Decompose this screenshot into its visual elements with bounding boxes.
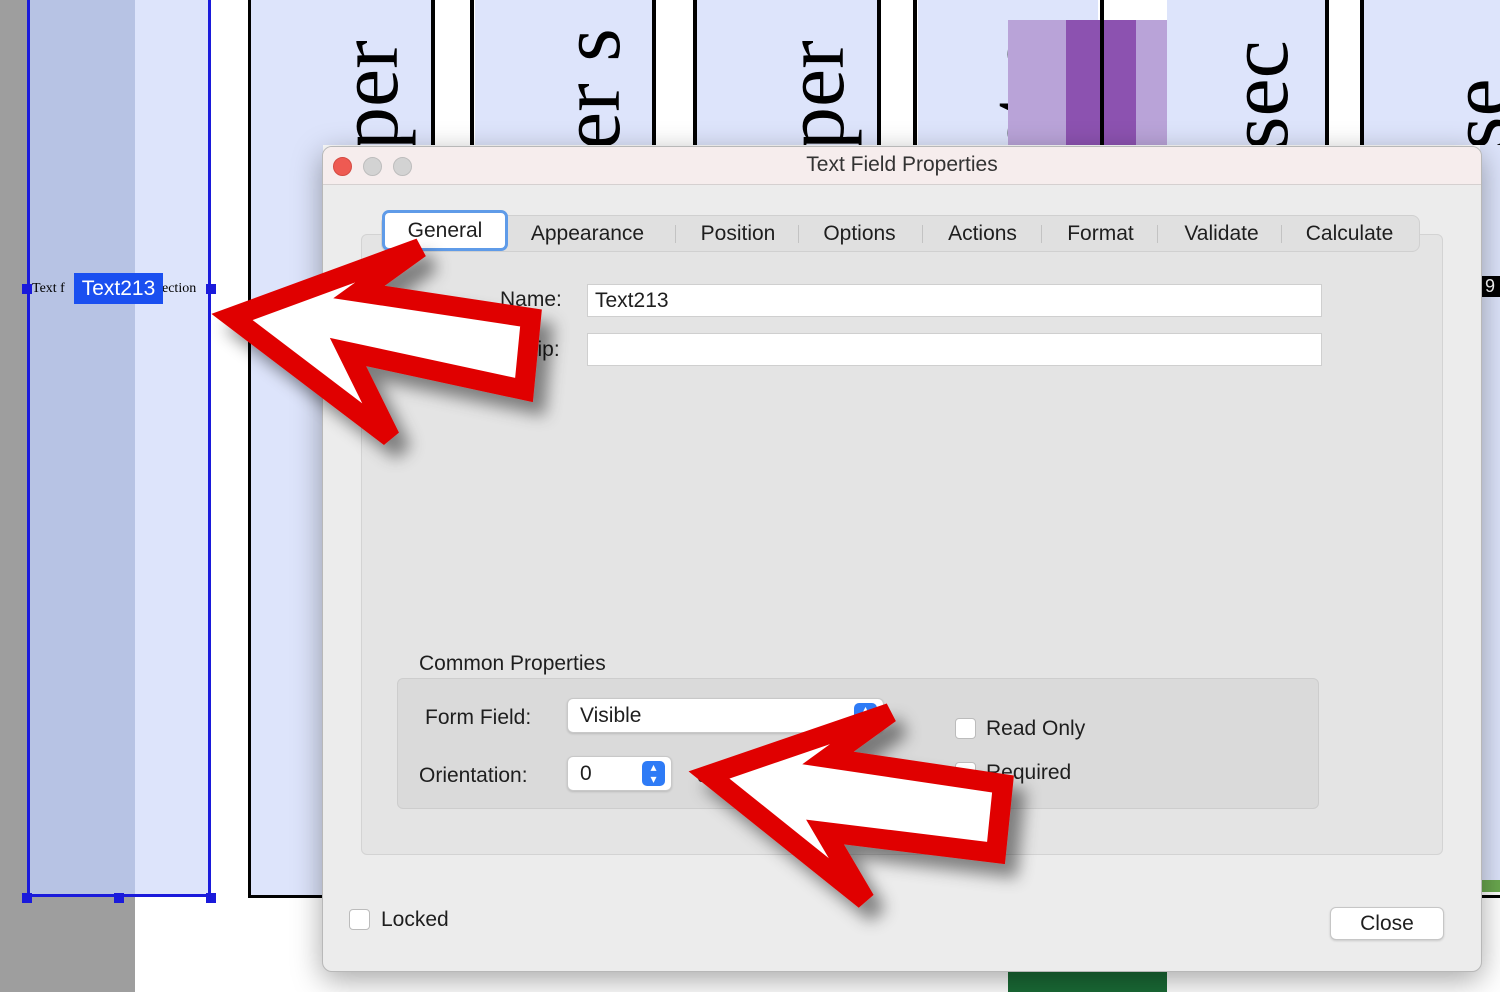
tab-appearance[interactable]: Appearance xyxy=(511,216,664,251)
required-checkbox[interactable] xyxy=(955,762,976,783)
tab-bar: Appearance Position Options Actions Form… xyxy=(381,215,1420,252)
orientation-unit: d xyxy=(697,764,709,787)
tooltip-label: ltip: xyxy=(527,338,560,361)
tab-general-label: General xyxy=(407,219,483,242)
tab-separator xyxy=(675,225,676,243)
resize-handle[interactable] xyxy=(22,284,32,294)
tab-position[interactable]: Position xyxy=(682,216,794,251)
form-field-value: Visible xyxy=(580,704,642,727)
tab-separator xyxy=(922,225,923,243)
strip-text: per xyxy=(766,40,862,145)
text-field-properties-dialog: Text Field Properties Appearance Positio… xyxy=(322,146,1482,972)
form-field-label: Form Field: xyxy=(425,706,532,729)
orientation-label: Orientation: xyxy=(419,764,528,787)
tab-separator xyxy=(1281,225,1282,243)
orientation-value: 0 xyxy=(580,762,592,785)
doc-strip: se xyxy=(1364,0,1500,145)
doc-strip: per xyxy=(251,0,431,145)
field-text-right: ection xyxy=(162,281,197,296)
tab-separator xyxy=(798,225,799,243)
locked-label: Locked xyxy=(381,908,449,931)
required-label: Required xyxy=(986,761,1072,784)
close-button[interactable]: Close xyxy=(1330,907,1444,940)
divider xyxy=(470,0,474,145)
tab-general[interactable]: General xyxy=(382,210,508,251)
title-bar: Text Field Properties xyxy=(323,147,1481,185)
doc-strip: er s xyxy=(475,0,653,145)
resize-handle[interactable] xyxy=(22,893,32,903)
name-label: Name: xyxy=(500,288,562,311)
page-number: 9 xyxy=(1480,276,1500,297)
doc-strip-lower xyxy=(251,145,323,895)
doc-strip: per xyxy=(697,0,877,145)
divider xyxy=(693,0,697,145)
strip-text: se xyxy=(1431,78,1500,145)
field-text-left: Text f xyxy=(32,281,65,296)
strip-text: er s xyxy=(542,28,638,145)
strip-text: per xyxy=(320,40,416,145)
tab-calculate[interactable]: Calculate xyxy=(1285,216,1414,251)
chevron-updown-icon: ▴ ▾ xyxy=(854,703,877,728)
resize-handle[interactable] xyxy=(206,284,216,294)
read-only-label: Read Only xyxy=(986,717,1086,740)
tooltip-field[interactable] xyxy=(587,333,1322,366)
tab-format[interactable]: Format xyxy=(1045,216,1156,251)
selected-field-name[interactable]: Text213 xyxy=(74,273,163,304)
divider xyxy=(913,0,917,145)
doc-strip: sec xyxy=(1167,0,1325,145)
doc-strip-right xyxy=(1480,145,1500,890)
divider xyxy=(652,0,656,145)
text-field-shade xyxy=(30,0,135,894)
resize-handle[interactable] xyxy=(114,893,124,903)
name-field[interactable]: Text213 xyxy=(587,284,1322,317)
tab-separator xyxy=(1041,225,1042,243)
form-field-select[interactable]: Visible ▴ ▾ xyxy=(567,698,884,733)
dialog-title: Text Field Properties xyxy=(806,153,998,176)
orientation-stepper[interactable]: 0 ▴ ▾ xyxy=(567,756,672,791)
tab-options[interactable]: Options xyxy=(802,216,917,251)
divider xyxy=(1100,0,1104,145)
locked-checkbox[interactable] xyxy=(349,909,370,930)
strip-text: sec xyxy=(1210,40,1306,145)
divider xyxy=(431,0,435,145)
tab-actions[interactable]: Actions xyxy=(926,216,1039,251)
stepper-arrows-icon[interactable]: ▴ ▾ xyxy=(642,761,665,786)
resize-handle[interactable] xyxy=(206,893,216,903)
common-properties-title: Common Properties xyxy=(419,652,606,675)
divider xyxy=(877,0,881,145)
read-only-checkbox[interactable] xyxy=(955,718,976,739)
divider xyxy=(1325,0,1329,145)
tab-separator xyxy=(1157,225,1158,243)
tab-validate[interactable]: Validate xyxy=(1161,216,1282,251)
green-bar xyxy=(1480,880,1500,892)
